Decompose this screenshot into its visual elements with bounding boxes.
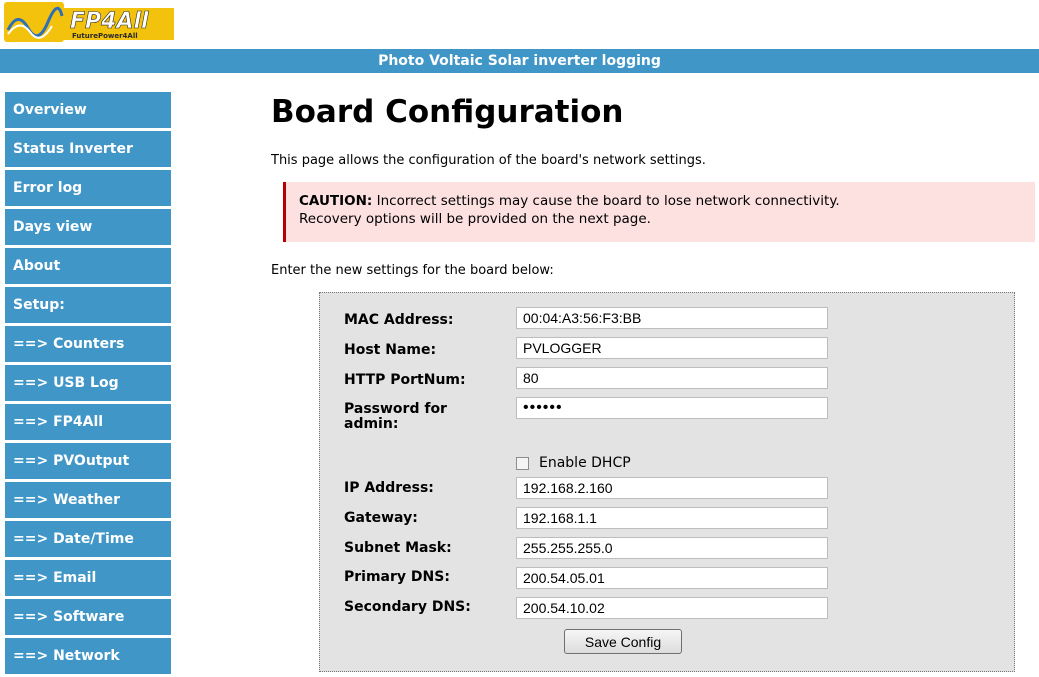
password-input[interactable] xyxy=(516,397,828,419)
host-name-input[interactable] xyxy=(516,337,828,359)
caution-line-2: Recovery options will be provided on the… xyxy=(299,211,651,227)
http-port-input[interactable] xyxy=(516,367,828,389)
subnet-label: Subnet Mask: xyxy=(344,540,452,556)
sidebar-item-setup[interactable]: Setup: xyxy=(5,287,171,323)
enable-dhcp-label: Enable DHCP xyxy=(539,455,631,471)
fp4all-logo: FP4All FuturePower4All xyxy=(4,0,174,44)
sidebar-item-weather[interactable]: ==> Weather xyxy=(5,482,171,518)
caution-prefix: CAUTION: xyxy=(299,193,373,209)
sidebar-item-fp4all[interactable]: ==> FP4All xyxy=(5,404,171,440)
ip-label: IP Address: xyxy=(344,480,434,496)
mac-address-input[interactable] xyxy=(516,307,828,329)
sidebar-item-pvoutput[interactable]: ==> PVOutput xyxy=(5,443,171,479)
sidebar-item-status-inverter[interactable]: Status Inverter xyxy=(5,131,171,167)
config-form: MAC Address: Host Name: HTTP PortNum: Pa… xyxy=(319,292,1015,672)
enable-dhcp-checkbox[interactable] xyxy=(516,456,529,470)
sidebar-nav: Overview Status Inverter Error log Days … xyxy=(5,92,171,677)
page-title: Board Configuration xyxy=(271,94,624,130)
sidebar-item-counters[interactable]: ==> Counters xyxy=(5,326,171,362)
gateway-input[interactable] xyxy=(516,507,828,529)
sidebar-item-about[interactable]: About xyxy=(5,248,171,284)
sidebar-item-date-time[interactable]: ==> Date/Time xyxy=(5,521,171,557)
subnet-mask-input[interactable] xyxy=(516,537,828,559)
intro-text: This page allows the configuration of th… xyxy=(271,153,706,168)
enter-settings-text: Enter the new settings for the board bel… xyxy=(271,263,554,278)
logo-tagline: FuturePower4All xyxy=(72,32,138,40)
ip-address-input[interactable] xyxy=(516,477,828,499)
logo-text: FP4All xyxy=(70,9,149,34)
gateway-label: Gateway: xyxy=(344,510,418,526)
secondary-dns-input[interactable] xyxy=(516,597,828,619)
dhcp-row: Enable DHCP xyxy=(516,455,631,471)
sidebar-item-software[interactable]: ==> Software xyxy=(5,599,171,635)
host-label: Host Name: xyxy=(344,342,437,358)
primary-dns-input[interactable] xyxy=(516,567,828,589)
mac-label: MAC Address: xyxy=(344,312,454,328)
sidebar-item-days-view[interactable]: Days view xyxy=(5,209,171,245)
sidebar-item-network[interactable]: ==> Network xyxy=(5,638,171,674)
sidebar-item-email[interactable]: ==> Email xyxy=(5,560,171,596)
secondary-dns-label: Secondary DNS: xyxy=(344,599,471,615)
sidebar-item-usb-log[interactable]: ==> USB Log xyxy=(5,365,171,401)
caution-line-1: Incorrect settings may cause the board t… xyxy=(372,193,840,209)
header-title: Photo Voltaic Solar inverter logging xyxy=(0,49,1039,73)
port-label: HTTP PortNum: xyxy=(344,372,466,388)
sidebar-item-error-log[interactable]: Error log xyxy=(5,170,171,206)
password-label: Password for admin: xyxy=(344,401,447,432)
primary-dns-label: Primary DNS: xyxy=(344,569,450,585)
caution-box: CAUTION: Incorrect settings may cause th… xyxy=(283,182,1035,242)
sidebar-item-overview[interactable]: Overview xyxy=(5,92,171,128)
save-config-button[interactable]: Save Config xyxy=(564,629,682,654)
